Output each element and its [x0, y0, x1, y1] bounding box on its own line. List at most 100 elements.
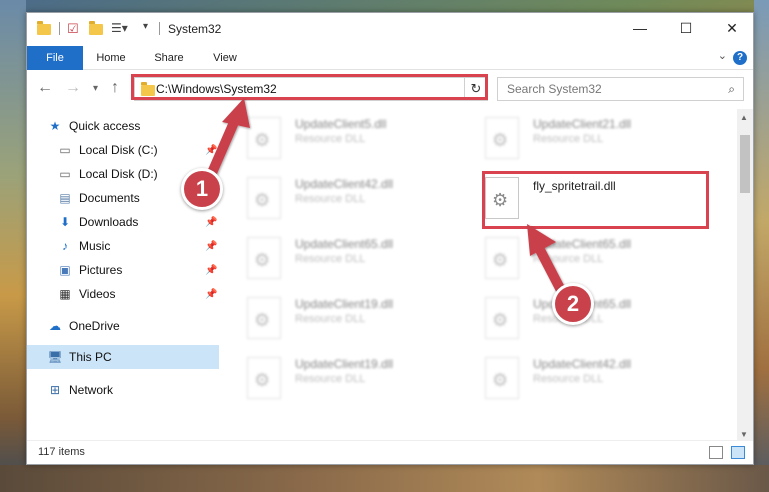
- dll-file-icon: ⚙: [485, 237, 519, 279]
- search-box[interactable]: Search System32 ⌕: [497, 77, 744, 101]
- address-bar-highlight: [131, 74, 488, 100]
- list-item[interactable]: ⚙ UpdateClient65.dll Resource DLL: [473, 231, 693, 287]
- minimize-icon: —: [633, 20, 647, 36]
- tab-view[interactable]: View: [201, 46, 249, 70]
- ribbon-tabs: File Home Share View ⌄ ?: [27, 46, 753, 70]
- sidebar-item-label: Quick access: [69, 119, 141, 133]
- pin-icon[interactable]: 📌: [205, 289, 217, 300]
- pin-icon[interactable]: 📌: [205, 265, 217, 276]
- dll-file-icon: ⚙: [247, 297, 281, 339]
- sidebar-item-label: Documents: [79, 191, 140, 205]
- back-arrow-icon[interactable]: ←: [37, 79, 53, 97]
- sidebar-item-videos[interactable]: ▦ Videos: [57, 283, 115, 305]
- file-highlight: [482, 171, 709, 229]
- pin-icon[interactable]: 📌: [205, 145, 217, 156]
- file-name: UpdateClient65.dll: [295, 237, 394, 251]
- dll-file-icon: ⚙: [247, 357, 281, 399]
- sidebar-item-downloads[interactable]: ⬇ Downloads: [57, 211, 138, 233]
- callout-badge-2: 2: [552, 283, 594, 325]
- desktop-wallpaper-left: [0, 0, 26, 492]
- large-icons-view-icon[interactable]: [731, 446, 745, 459]
- dll-file-icon: ⚙: [247, 177, 281, 219]
- dll-file-icon: ⚙: [485, 357, 519, 399]
- sidebar-item-this-pc[interactable]: 🖥 This PC: [47, 346, 112, 368]
- tab-home[interactable]: Home: [85, 46, 137, 70]
- sidebar-item-local-disk-c[interactable]: ▭ Local Disk (C:): [57, 139, 158, 161]
- file-name: UpdateClient42.dll: [533, 357, 632, 371]
- download-icon: ⬇: [59, 215, 71, 229]
- dll-file-icon: ⚙: [247, 237, 281, 279]
- sidebar-item-label: OneDrive: [69, 319, 120, 333]
- tab-share[interactable]: Share: [143, 46, 195, 70]
- file-name: UpdateClient65.dll: [533, 237, 632, 251]
- file-type: Resource DLL: [295, 193, 366, 205]
- pin-icon[interactable]: 📌: [205, 241, 217, 252]
- file-type: Resource DLL: [295, 373, 366, 385]
- file-type: Resource DLL: [295, 133, 366, 145]
- sidebar-item-local-disk-d[interactable]: ▭ Local Disk (D:): [57, 163, 158, 185]
- sidebar-item-label: Pictures: [79, 263, 123, 277]
- sidebar-item-network[interactable]: ⊞ Network: [47, 379, 113, 401]
- callout-badge-1: 1: [181, 168, 223, 210]
- file-type: Resource DLL: [295, 313, 366, 325]
- sidebar-item-label: Local Disk (D:): [79, 167, 158, 181]
- sidebar-item-label: Downloads: [79, 215, 139, 229]
- window-title: System32: [168, 22, 222, 36]
- sidebar-item-documents[interactable]: ▤ Documents: [57, 187, 140, 209]
- tab-file[interactable]: File: [27, 46, 83, 70]
- scroll-down-icon[interactable]: ▼: [740, 430, 748, 439]
- desktop-wallpaper-bottom: [0, 465, 769, 492]
- sidebar-item-label: This PC: [69, 350, 112, 364]
- pin-icon[interactable]: 📌: [205, 217, 217, 228]
- maximize-button[interactable]: ☐: [663, 13, 709, 43]
- quick-access-dropdown-icon[interactable]: ▾: [143, 21, 148, 37]
- up-arrow-icon[interactable]: ↑: [111, 79, 119, 97]
- dll-file-icon: ⚙: [485, 297, 519, 339]
- recent-locations-icon[interactable]: ▾: [93, 83, 98, 94]
- list-item[interactable]: ⚙ UpdateClient42.dll Resource DLL: [235, 171, 455, 227]
- network-icon: ⊞: [49, 383, 61, 397]
- list-item[interactable]: ⚙ UpdateClient19.dll Resource DLL: [235, 291, 455, 347]
- details-view-icon[interactable]: [709, 446, 723, 459]
- file-name: UpdateClient5.dll: [295, 117, 387, 131]
- customize-toolbar-icon[interactable]: ☰▾: [111, 21, 128, 37]
- list-item[interactable]: ⚙ UpdateClient19.dll Resource DLL: [235, 351, 455, 407]
- sidebar-item-quick-access[interactable]: ★ Quick access: [47, 115, 141, 137]
- scroll-up-icon[interactable]: ▲: [740, 113, 748, 122]
- pictures-icon: ▣: [59, 263, 71, 277]
- title-bar: ☑ ☰▾ ▾ System32 — ☐ ✕: [27, 13, 753, 43]
- close-button[interactable]: ✕: [709, 13, 755, 43]
- sidebar-item-label: Network: [69, 383, 114, 397]
- sidebar-item-label: Videos: [79, 287, 116, 301]
- sidebar-item-music[interactable]: ♪ Music: [57, 235, 110, 257]
- list-item[interactable]: ⚙ UpdateClient5.dll Resource DLL: [235, 111, 455, 167]
- sidebar-item-onedrive[interactable]: ☁ OneDrive: [47, 315, 120, 337]
- dll-file-icon: ⚙: [247, 117, 281, 159]
- title-separator: [59, 22, 60, 35]
- list-item[interactable]: ⚙ UpdateClient42.dll Resource DLL: [473, 351, 693, 407]
- desktop-wallpaper-right: [754, 0, 769, 492]
- help-icon[interactable]: ?: [733, 51, 747, 65]
- videos-icon: ▦: [59, 287, 71, 301]
- forward-arrow-icon[interactable]: →: [65, 79, 81, 97]
- maximize-icon: ☐: [679, 19, 693, 36]
- list-item[interactable]: ⚙ UpdateClient65.dll Resource DLL: [235, 231, 455, 287]
- scrollbar-thumb[interactable]: [740, 135, 750, 193]
- file-type: Resource DLL: [533, 133, 604, 145]
- properties-icon[interactable]: ☑: [67, 21, 79, 37]
- file-list: ⚙ UpdateClient5.dll Resource DLL ⚙ Updat…: [235, 109, 737, 439]
- minimize-button[interactable]: —: [617, 13, 663, 43]
- drive-icon: ▭: [59, 167, 71, 181]
- vertical-scrollbar[interactable]: ▲ ▼: [737, 109, 753, 443]
- title-separator-2: [159, 22, 160, 35]
- sidebar-item-label: Music: [79, 239, 111, 253]
- star-icon: ★: [49, 119, 61, 133]
- music-icon: ♪: [62, 239, 68, 253]
- search-input[interactable]: Search System32: [507, 82, 602, 96]
- search-icon[interactable]: ⌕: [728, 82, 735, 97]
- list-item[interactable]: ⚙ UpdateClient21.dll Resource DLL: [473, 111, 693, 167]
- ribbon-expand-icon[interactable]: ⌄: [718, 49, 727, 62]
- file-name: UpdateClient19.dll: [295, 297, 394, 311]
- sidebar-item-label: Local Disk (C:): [79, 143, 158, 157]
- sidebar-item-pictures[interactable]: ▣ Pictures: [57, 259, 122, 281]
